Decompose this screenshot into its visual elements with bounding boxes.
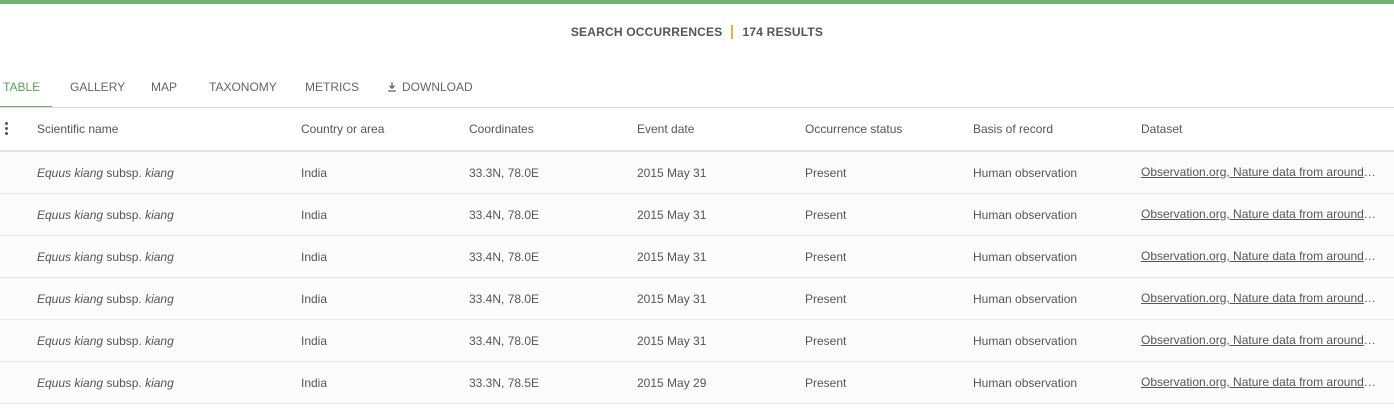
- basis-of-record-cell: Human observation: [973, 333, 1078, 348]
- table-body: Equus kiang subsp. kiang India 33.3N, 78…: [0, 152, 1394, 404]
- country-cell: India: [301, 249, 328, 264]
- scientific-name-cell: Equus kiang subsp. kiang: [37, 207, 174, 222]
- event-date-cell: 2015 May 31: [637, 291, 707, 306]
- tab-gallery[interactable]: GALLERY: [70, 66, 125, 108]
- coordinates-cell: 33.4N, 78.0E: [469, 207, 540, 222]
- top-accent-bar: [0, 0, 1394, 4]
- event-date-cell: 2015 May 31: [637, 207, 707, 222]
- country-cell: India: [301, 291, 328, 306]
- view-tabs: TABLE GALLERY MAP TAXONOMY METRICS DOWNL…: [0, 66, 1394, 108]
- occurrence-status-cell: Present: [805, 291, 847, 306]
- dataset-link[interactable]: Observation.org, Nature data from around…: [1141, 362, 1378, 403]
- scientific-name-cell: Equus kiang subsp. kiang: [37, 333, 174, 348]
- table-header: Scientific name Country or area Coordina…: [0, 108, 1394, 152]
- results-count: 174 RESULTS: [742, 25, 824, 39]
- country-cell: India: [301, 207, 328, 222]
- tab-label: METRICS: [305, 80, 359, 94]
- column-options-icon[interactable]: [4, 122, 10, 136]
- coordinates-cell: 33.4N, 78.0E: [469, 333, 540, 348]
- occurrence-status-cell: Present: [805, 207, 847, 222]
- occurrence-status-cell: Present: [805, 375, 847, 390]
- column-header-dataset[interactable]: Dataset: [1141, 108, 1182, 150]
- table-row[interactable]: Equus kiang subsp. kiang India 33.4N, 78…: [0, 236, 1394, 278]
- country-cell: India: [301, 375, 328, 390]
- results-summary: SEARCH OCCURRENCES 174 RESULTS: [0, 24, 1394, 40]
- dataset-link[interactable]: Observation.org, Nature data from around…: [1141, 194, 1378, 235]
- scientific-name-cell: Equus kiang subsp. kiang: [37, 249, 174, 264]
- table-row[interactable]: Equus kiang subsp. kiang India 33.3N, 78…: [0, 362, 1394, 404]
- tab-label: TABLE: [3, 80, 41, 94]
- column-header-basis-of-record[interactable]: Basis of record: [973, 108, 1053, 150]
- scientific-name-cell: Equus kiang subsp. kiang: [37, 291, 174, 306]
- occurrence-table: Scientific name Country or area Coordina…: [0, 108, 1394, 404]
- country-cell: India: [301, 333, 328, 348]
- coordinates-cell: 33.3N, 78.5E: [469, 375, 540, 390]
- tab-download[interactable]: DOWNLOAD: [387, 66, 473, 108]
- tab-metrics[interactable]: METRICS: [305, 66, 359, 108]
- country-cell: India: [301, 165, 328, 180]
- dataset-link[interactable]: Observation.org, Nature data from around…: [1141, 236, 1378, 277]
- basis-of-record-cell: Human observation: [973, 291, 1078, 306]
- column-header-occurrence-status[interactable]: Occurrence status: [805, 108, 902, 150]
- tab-map[interactable]: MAP: [151, 66, 177, 108]
- basis-of-record-cell: Human observation: [973, 375, 1078, 390]
- dataset-link[interactable]: Observation.org, Nature data from around…: [1141, 320, 1378, 361]
- tab-taxonomy[interactable]: TAXONOMY: [209, 66, 277, 108]
- column-header-country[interactable]: Country or area: [301, 108, 384, 150]
- basis-of-record-cell: Human observation: [973, 207, 1078, 222]
- basis-of-record-cell: Human observation: [973, 249, 1078, 264]
- scientific-name-cell: Equus kiang subsp. kiang: [37, 375, 174, 390]
- column-header-event-date[interactable]: Event date: [637, 108, 694, 150]
- summary-separator: [731, 25, 734, 39]
- table-row[interactable]: Equus kiang subsp. kiang India 33.4N, 78…: [0, 278, 1394, 320]
- dataset-link[interactable]: Observation.org, Nature data from around…: [1141, 278, 1378, 319]
- coordinates-cell: 33.4N, 78.0E: [469, 249, 540, 264]
- coordinates-cell: 33.3N, 78.0E: [469, 165, 540, 180]
- scientific-name-cell: Equus kiang subsp. kiang: [37, 165, 174, 180]
- occurrence-status-cell: Present: [805, 333, 847, 348]
- table-row[interactable]: Equus kiang subsp. kiang India 33.4N, 78…: [0, 194, 1394, 236]
- occurrence-status-cell: Present: [805, 249, 847, 264]
- download-icon: [388, 82, 396, 92]
- dataset-link[interactable]: Observation.org, Nature data from around…: [1141, 152, 1378, 193]
- tab-label: TAXONOMY: [209, 80, 277, 94]
- table-row[interactable]: Equus kiang subsp. kiang India 33.4N, 78…: [0, 320, 1394, 362]
- tab-label: GALLERY: [70, 80, 126, 94]
- event-date-cell: 2015 May 31: [637, 165, 707, 180]
- search-title: SEARCH OCCURRENCES: [570, 25, 723, 39]
- event-date-cell: 2015 May 29: [637, 375, 707, 390]
- coordinates-cell: 33.4N, 78.0E: [469, 291, 540, 306]
- event-date-cell: 2015 May 31: [637, 249, 707, 264]
- basis-of-record-cell: Human observation: [973, 165, 1078, 180]
- column-header-scientific-name[interactable]: Scientific name: [37, 108, 118, 150]
- tab-label: MAP: [151, 80, 178, 94]
- event-date-cell: 2015 May 31: [637, 333, 707, 348]
- table-row[interactable]: Equus kiang subsp. kiang India 33.3N, 78…: [0, 152, 1394, 194]
- occurrence-status-cell: Present: [805, 165, 847, 180]
- column-header-coordinates[interactable]: Coordinates: [469, 108, 534, 150]
- tab-table[interactable]: TABLE: [3, 66, 40, 108]
- tab-label: DOWNLOAD: [402, 80, 473, 94]
